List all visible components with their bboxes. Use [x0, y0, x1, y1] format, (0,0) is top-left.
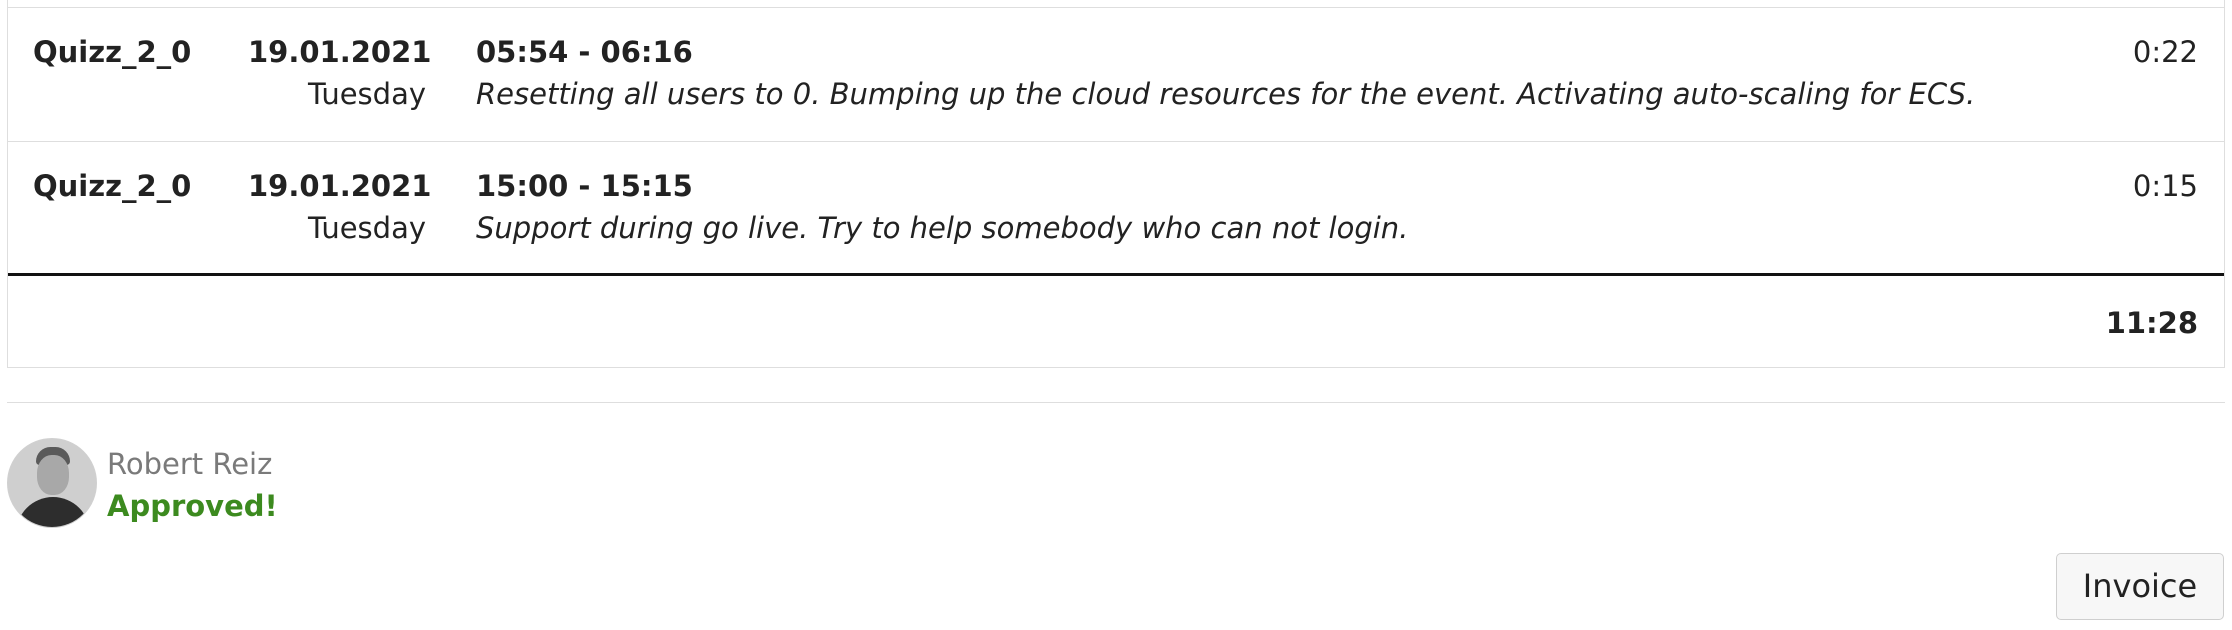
entry-date: 19.01.2021 [248, 169, 432, 203]
avatar-face [37, 455, 69, 495]
entry-duration: 0:15 [2132, 169, 2198, 203]
entry-weekday: Tuesday [308, 77, 426, 111]
entry-time-range: 05:54 - 06:16 [476, 35, 693, 69]
entry-description: Support during go live. Try to help some… [476, 211, 1409, 245]
total-divider [8, 273, 2224, 276]
section-divider [7, 402, 2225, 403]
entry-weekday: Tuesday [308, 211, 426, 245]
approval-status: Approved! [107, 489, 278, 523]
total-duration: 11:28 [2105, 306, 2198, 340]
table-row: Quizz_2_0 19.01.2021 Tuesday 05:54 - 06:… [8, 8, 2224, 141]
avatar [7, 438, 97, 528]
entry-date: 19.01.2021 [248, 35, 432, 69]
entry-project: Quizz_2_0 [33, 169, 192, 203]
entry-project: Quizz_2_0 [33, 35, 192, 69]
entry-description: Resetting all users to 0. Bumping up the… [476, 77, 1976, 111]
entry-duration: 0:22 [2132, 35, 2198, 69]
table-row: Quizz_2_0 19.01.2021 Tuesday 15:00 - 15:… [8, 142, 2224, 275]
entry-time-range: 15:00 - 15:15 [476, 169, 693, 203]
avatar-shoulders [16, 497, 90, 527]
time-entries-table: Quizz_2_0 19.01.2021 Tuesday 05:54 - 06:… [7, 0, 2225, 368]
invoice-button[interactable]: Invoice [2056, 553, 2224, 620]
approver-name: Robert Reiz [107, 447, 273, 481]
